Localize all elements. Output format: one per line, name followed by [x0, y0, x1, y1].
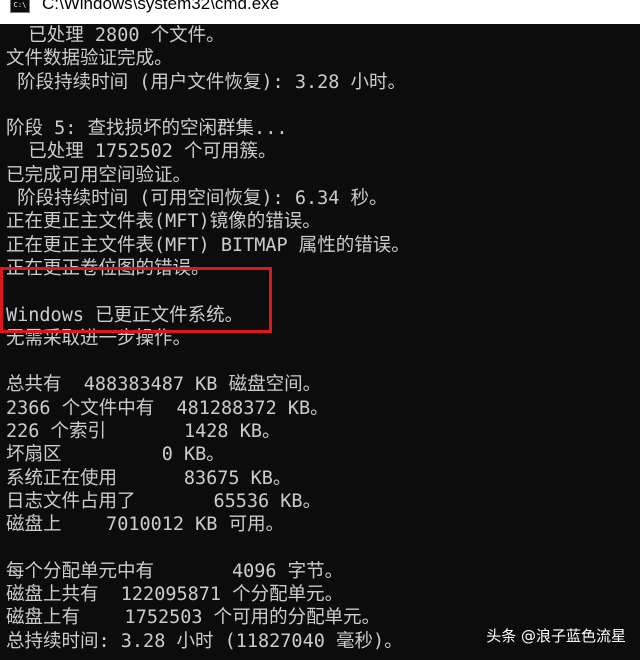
- watermark: 头条 @浪子蓝色流星: [486, 627, 626, 645]
- console-line: 正在更正卷位图的错误。: [6, 257, 210, 279]
- console-line: 已处理 2800 个文件。: [6, 25, 225, 46]
- console-line: 已处理 1752502 个可用簇。: [6, 141, 277, 163]
- console-line: 每个分配单元中有 4096 字节。: [6, 560, 344, 582]
- cmd-icon[interactable]: C:\: [10, 0, 30, 13]
- cmd-window: C:\ C:\Windows\system32\cmd.exe 已处理 2800…: [0, 0, 640, 660]
- console-line: 磁盘上有 1752503 个可用的分配单元。: [6, 607, 381, 629]
- console-line: 总共有 488383487 KB 磁盘空间。: [6, 374, 322, 396]
- console-line: 正在更正主文件表(MFT) BITMAP 属性的错误。: [6, 234, 410, 256]
- console-line: 阶段 5: 查找损坏的空闲群集...: [6, 118, 288, 140]
- console-line: 日志文件占用了 65536 KB。: [6, 490, 322, 512]
- console-line: 系统正在使用 83675 KB。: [6, 467, 292, 489]
- console-line: 226 个索引 1428 KB。: [6, 421, 281, 443]
- console-line: 阶段持续时间 (可用空间恢复): 6.34 秒。: [6, 188, 388, 210]
- console-line: 坏扇区 0 KB。: [6, 444, 225, 466]
- console-output[interactable]: 已处理 2800 个文件。 文件数据验证完成。 阶段持续时间 (用户文件恢复):…: [0, 24, 640, 660]
- console-line: 无需采取进一步操作。: [6, 327, 192, 349]
- console-line: 正在更正主文件表(MFT)镜像的错误。: [6, 211, 321, 233]
- title-bar[interactable]: C:\ C:\Windows\system32\cmd.exe: [0, 0, 640, 24]
- console-line: 总持续时间: 3.28 小时 (11827040 毫秒)。: [6, 630, 403, 652]
- window-title: C:\Windows\system32\cmd.exe: [42, 0, 280, 13]
- console-line: 阶段持续时间 (用户文件恢复): 3.28 小时。: [6, 71, 407, 93]
- console-lines: 已处理 2800 个文件。 文件数据验证完成。 阶段持续时间 (用户文件恢复):…: [6, 24, 410, 653]
- console-line: Windows 已更正文件系统。: [6, 304, 244, 326]
- console-line: 文件数据验证完成。: [6, 48, 173, 70]
- console-line: 磁盘上 7010012 KB 可用。: [6, 514, 285, 536]
- console-line: 已完成可用空间验证。: [6, 164, 192, 186]
- console-line: 2366 个文件中有 481288372 KB。: [6, 397, 329, 419]
- console-line: 磁盘上共有 122095871 个分配单元。: [6, 584, 344, 606]
